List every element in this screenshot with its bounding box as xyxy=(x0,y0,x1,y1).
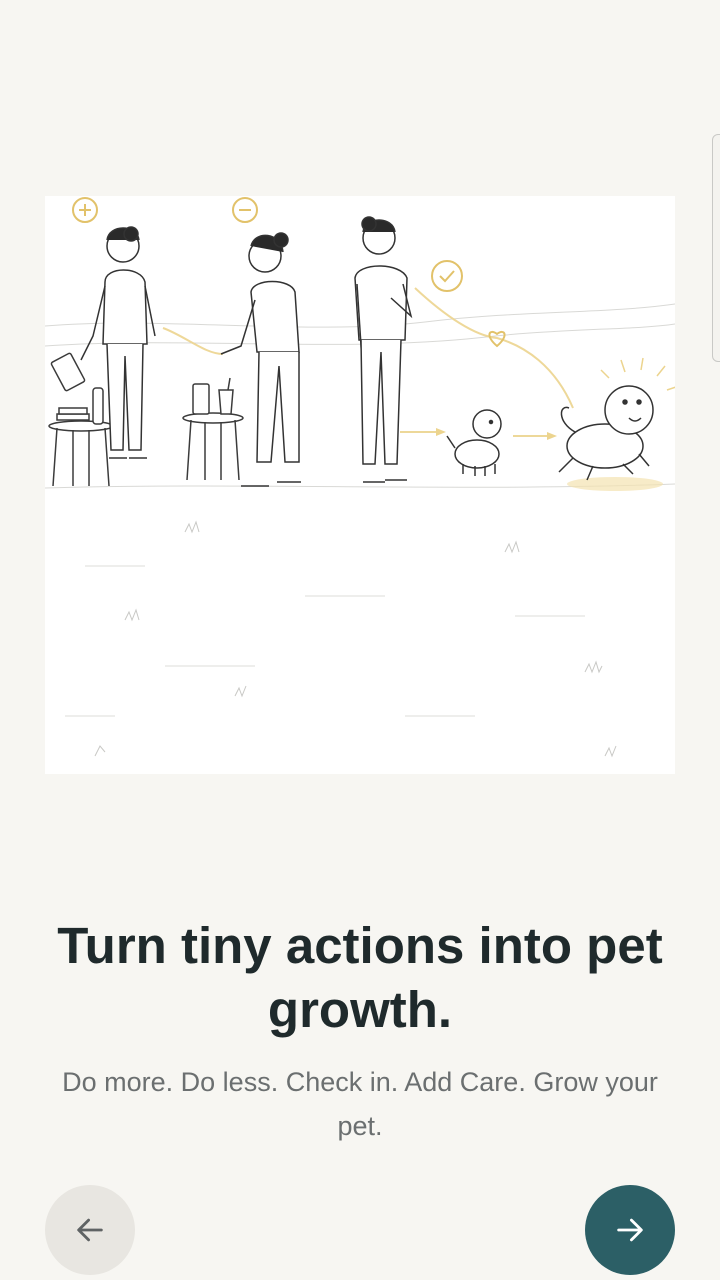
check-icon xyxy=(431,260,463,292)
onboarding-illustration xyxy=(45,196,675,774)
plus-icon xyxy=(72,197,98,223)
arrow-right-icon xyxy=(613,1213,647,1247)
onboarding-subtitle: Do more. Do less. Check in. Add Care. Gr… xyxy=(62,1067,658,1141)
minus-icon xyxy=(232,197,258,223)
next-button[interactable] xyxy=(585,1185,675,1275)
edge-panel-handle[interactable] xyxy=(712,134,720,362)
onboarding-headline: Turn tiny actions into pet growth. xyxy=(57,917,663,1038)
arrow-left-icon xyxy=(73,1213,107,1247)
back-button[interactable] xyxy=(45,1185,135,1275)
